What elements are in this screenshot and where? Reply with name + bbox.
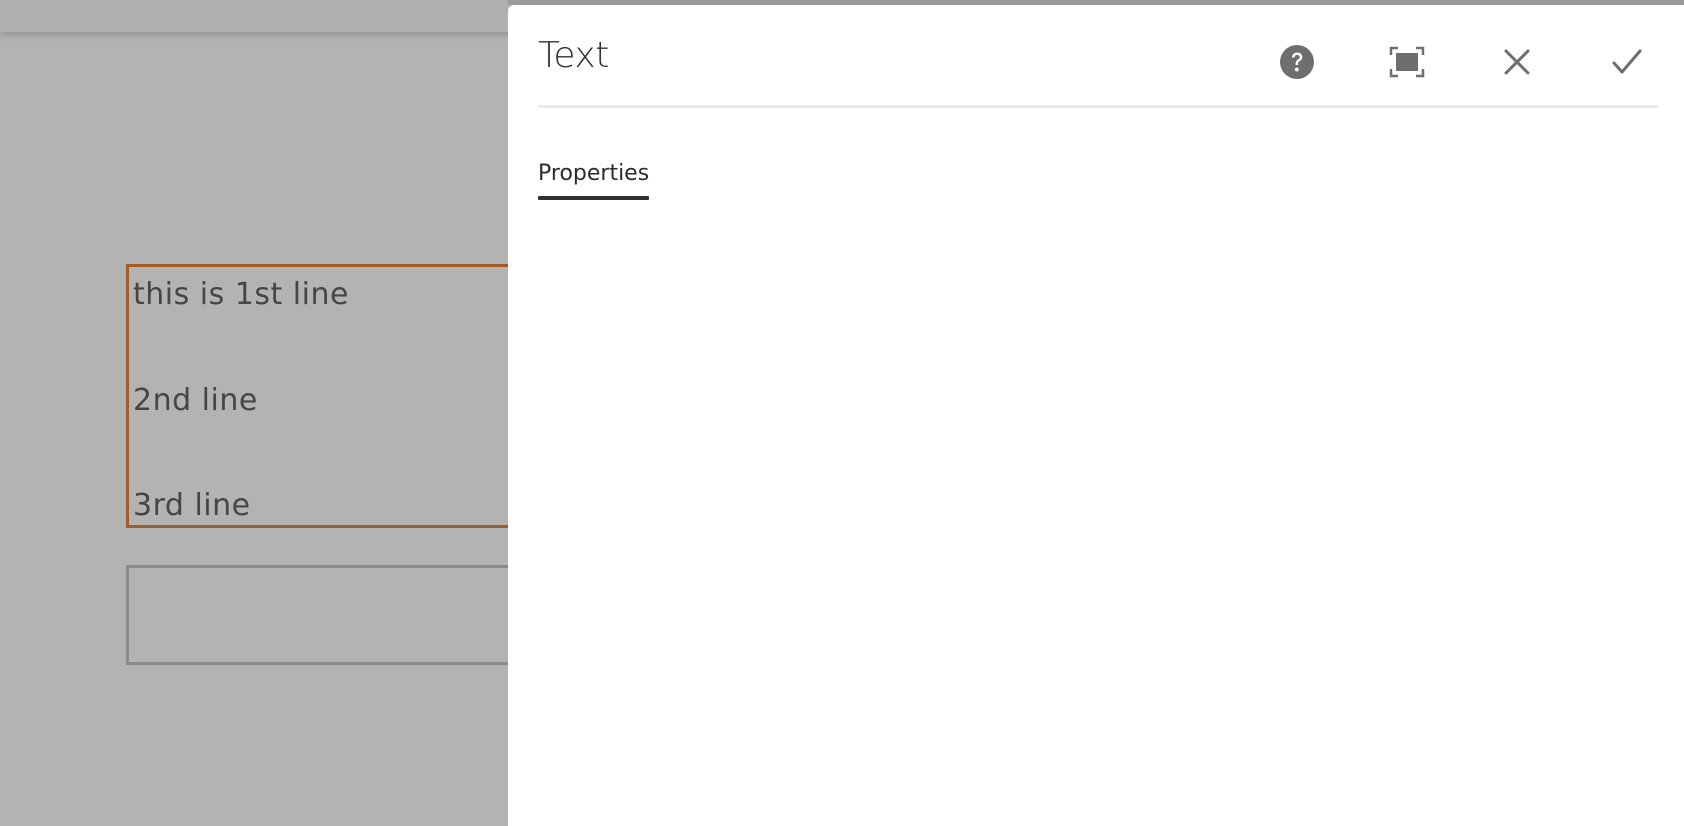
empty-component-placeholder[interactable] [126, 565, 526, 665]
dialog-tabs: Properties [538, 155, 650, 200]
text-line-3: 3rd line [133, 488, 251, 523]
close-icon [1503, 48, 1531, 81]
text-line-1: this is 1st line [133, 277, 349, 312]
help-icon [1279, 44, 1315, 85]
dialog-header: Text [538, 5, 1658, 108]
text-edit-dialog: Text Properties [508, 5, 1684, 826]
fullscreen-button[interactable] [1384, 41, 1430, 87]
text-component-selected[interactable]: this is 1st line 2nd line 3rd line [126, 264, 526, 528]
checkmark-icon [1611, 48, 1643, 81]
cancel-button[interactable] [1494, 41, 1540, 87]
fullscreen-icon [1389, 46, 1425, 83]
dialog-title: Text [538, 35, 609, 76]
done-button[interactable] [1604, 41, 1650, 87]
text-line-2: 2nd line [133, 383, 258, 418]
page: this is 1st line 2nd line 3rd line Text [0, 0, 1684, 826]
tab-properties[interactable]: Properties [538, 155, 650, 200]
help-button[interactable] [1274, 41, 1320, 87]
